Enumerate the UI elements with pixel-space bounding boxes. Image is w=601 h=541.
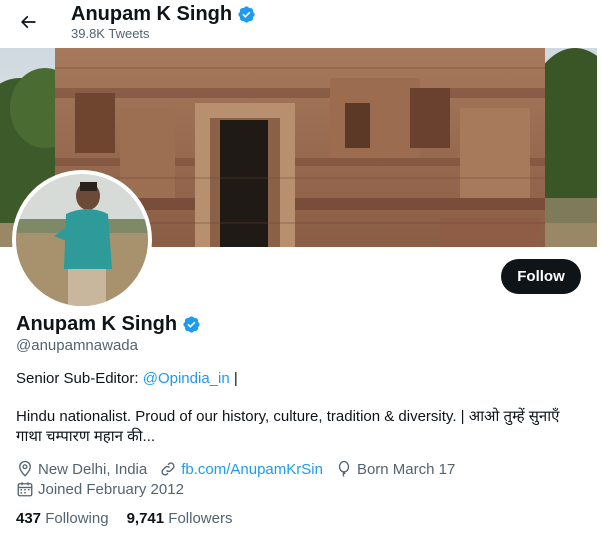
bio-suffix: | — [229, 370, 238, 387]
location-pin-icon — [19, 460, 31, 477]
profile-avatar[interactable] — [12, 170, 152, 310]
profile-meta: New Delhi, India fb.com/AnupamKrSin Born… — [16, 460, 455, 478]
profile-handle: @anupamnawada — [16, 337, 138, 354]
website-item: fb.com/AnupamKrSin — [159, 460, 323, 478]
birthday-text: Born March 17 — [356, 460, 456, 478]
birthday-item: Born March 17 — [335, 460, 455, 478]
profile-name: Anupam K Singh — [16, 313, 201, 336]
bio-line-2: Hindu nationalist. Proud of our history,… — [16, 408, 560, 445]
back-arrow-icon — [20, 15, 36, 29]
joined-text: Joined February 2012 — [38, 480, 184, 498]
follow-stats: 437 Following 9,741 Followers — [16, 510, 232, 527]
following-count: 437 — [16, 510, 42, 527]
follow-button[interactable]: Follow — [501, 259, 581, 294]
bio-prefix: Senior Sub-Editor: — [16, 370, 143, 387]
joined-item: Joined February 2012 — [16, 480, 184, 498]
website-link[interactable]: fb.com/AnupamKrSin — [181, 461, 323, 478]
following-label: Following — [45, 510, 109, 527]
followers-label: Followers — [168, 510, 233, 527]
bio-mention-link[interactable]: @Opindia_in — [143, 370, 230, 387]
calendar-icon — [17, 482, 33, 497]
location-text: New Delhi, India — [38, 460, 148, 478]
link-icon — [161, 462, 175, 476]
bio-line-1: Senior Sub-Editor: @Opindia_in | — [16, 370, 238, 387]
header-title: Anupam K Singh — [71, 3, 256, 26]
following-link[interactable]: 437 Following — [16, 510, 109, 527]
balloon-icon — [338, 460, 350, 477]
followers-count: 9,741 — [126, 510, 165, 527]
verified-badge-icon — [183, 316, 200, 333]
back-button[interactable] — [12, 6, 44, 38]
top-bar: Anupam K Singh 39.8K Tweets — [0, 0, 601, 46]
profile-name-text: Anupam K Singh — [16, 313, 178, 335]
followers-link[interactable]: 9,741 Followers — [127, 510, 233, 527]
avatar-photo — [16, 174, 148, 306]
header-name: Anupam K Singh — [71, 3, 233, 25]
location-item: New Delhi, India — [16, 460, 147, 478]
tweet-count: 39.8K Tweets — [71, 26, 150, 41]
verified-badge-icon — [238, 6, 255, 23]
